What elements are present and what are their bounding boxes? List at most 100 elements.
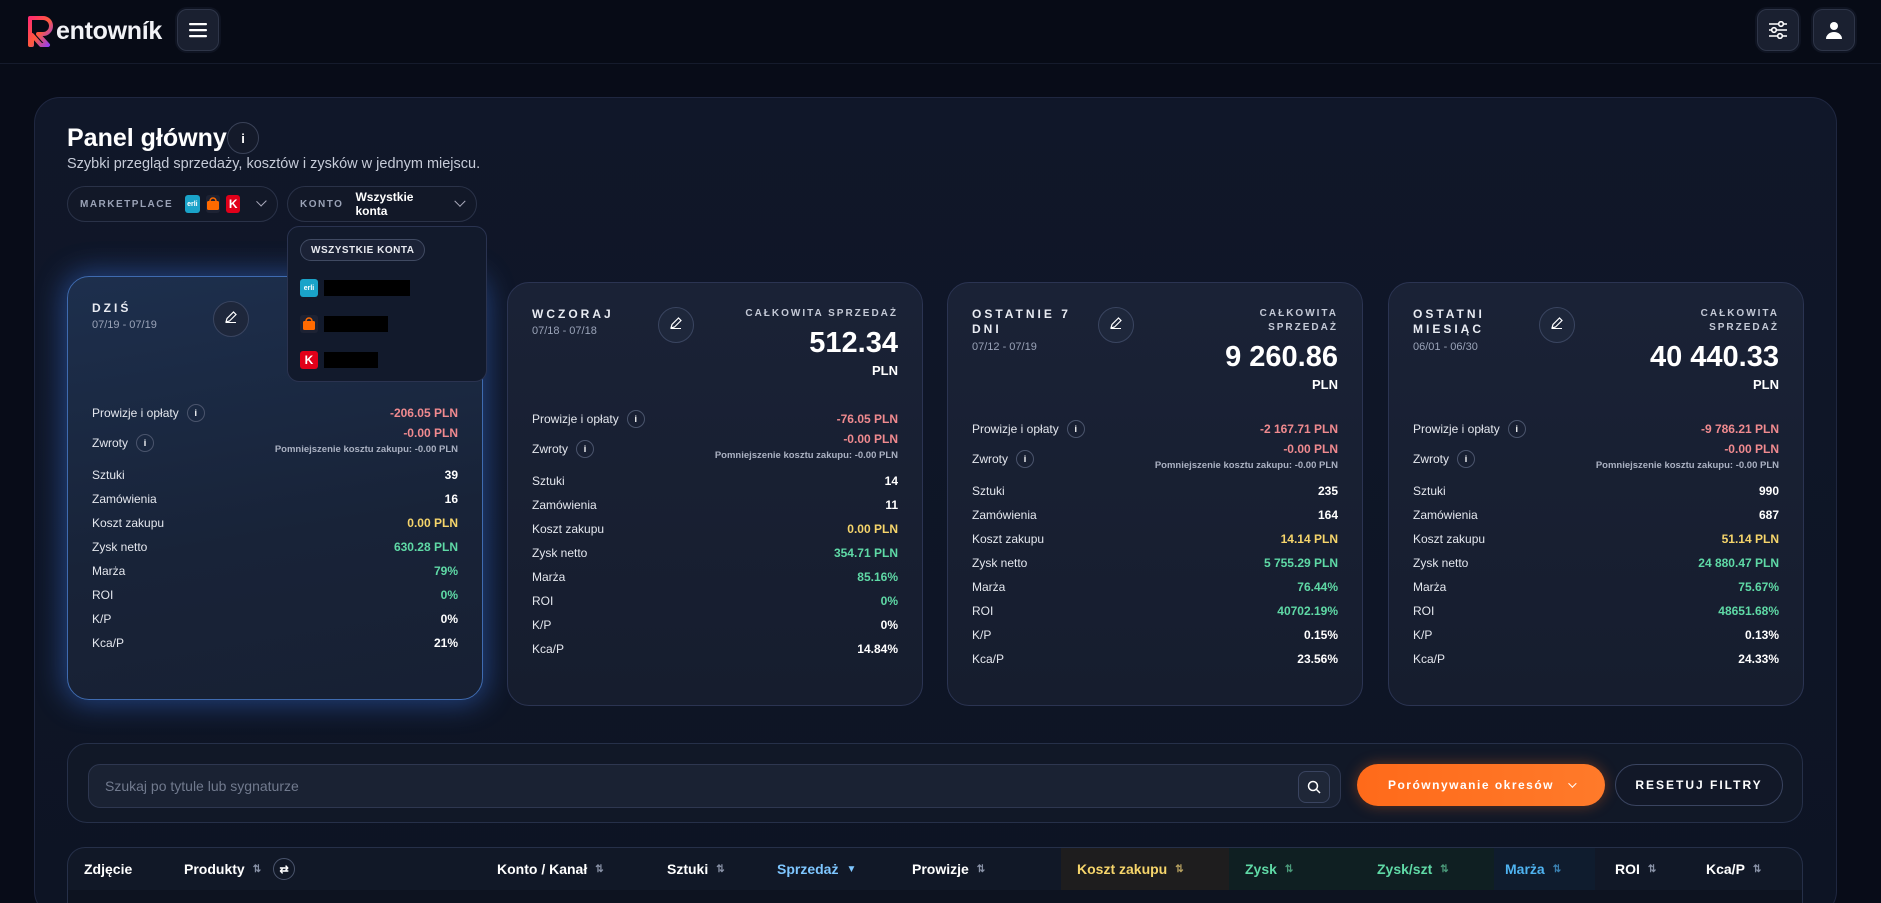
info-icon[interactable]: i — [626, 410, 645, 428]
units-row: Sztuki 235 — [972, 482, 1338, 500]
edit-period-button[interactable] — [1098, 307, 1134, 343]
col-account-channel[interactable]: Konto / Kanał ⇅ — [497, 848, 604, 890]
col-commissions[interactable]: Prowizje ⇅ — [912, 848, 985, 890]
sort-icon: ⇅ — [252, 863, 262, 875]
menu-button[interactable] — [177, 9, 219, 51]
margin-row-label-wrap: Marża — [1413, 580, 1446, 594]
col-photo-label: Zdjęcie — [84, 861, 133, 877]
card-dates: 06/01 - 06/30 — [1413, 341, 1478, 353]
kp-row-label: K/P — [972, 628, 992, 642]
card-period: WCZORAJ — [532, 307, 614, 321]
settings-button[interactable] — [1757, 9, 1799, 51]
returns-note: Pomniejszenie kosztu zakupu: -0.00 PLN — [1595, 460, 1779, 471]
edit-period-button[interactable] — [1539, 307, 1575, 343]
summary-card[interactable]: OSTATNIE 7 DNI 07/12 - 07/19 CAŁKOWITA SPR… — [947, 282, 1363, 706]
orders-row-value: 164 — [1317, 508, 1338, 522]
dropdown-item-kaufland[interactable]: K — [300, 349, 378, 371]
col-products[interactable]: Produkty ⇅ ⇄ — [184, 848, 296, 890]
commissions-row-value: -206.05 PLN — [389, 406, 458, 420]
search-input[interactable] — [105, 765, 1285, 807]
compare-periods-button[interactable]: Porównywanie okresów — [1357, 764, 1605, 806]
profit-row: Zysk netto 354.71 PLN — [532, 544, 898, 562]
margin-row-label: Marża — [972, 580, 1006, 594]
marketplace-filter[interactable]: MARKETPLACE erli K — [67, 186, 278, 222]
kp-row: K/P 0.15% — [972, 626, 1338, 644]
user-button[interactable] — [1813, 9, 1855, 51]
logo[interactable]: entowník — [26, 14, 162, 48]
col-sales[interactable]: Sprzedaż ▼ — [777, 848, 856, 890]
commissions-row: Prowizje i opłaty i -2 167.71 PLN — [972, 420, 1338, 438]
pencil-icon — [669, 316, 683, 335]
orders-row: Zamówienia 16 — [92, 490, 458, 508]
kcap-row-label: Kca/P — [972, 652, 1005, 666]
edit-period-button[interactable] — [658, 307, 694, 343]
swap-icon[interactable]: ⇄ — [273, 858, 296, 880]
info-icon[interactable]: i — [1066, 420, 1085, 438]
commissions-row-label-wrap: Prowizje i opłaty i — [532, 410, 645, 428]
edit-period-button[interactable] — [213, 301, 249, 337]
page-title: Panel główny — [67, 124, 227, 152]
sort-icon: ⇅ — [1175, 863, 1184, 875]
cost-row-label: Koszt zakupu — [92, 516, 165, 530]
account-filter[interactable]: KONTO Wszystkie konta — [287, 186, 477, 222]
roi-row-value: 0% — [880, 594, 898, 608]
kcap-row: Kca/P 24.33% — [1413, 650, 1779, 668]
col-margin[interactable]: Marża ⇅ — [1505, 848, 1561, 890]
dropdown-item-allegro[interactable] — [300, 313, 388, 335]
returns-row-value: -0.00 PLN — [1283, 442, 1338, 456]
col-sales-label: Sprzedaż — [777, 861, 839, 877]
summary-card[interactable]: OSTATNI MIESIĄC 06/01 - 06/30 CAŁKOWITA SP… — [1388, 282, 1804, 706]
orders-row-label: Zamówienia — [532, 498, 597, 512]
total-sales-currency: PLN — [1312, 377, 1338, 392]
kcap-row: Kca/P 21% — [92, 634, 458, 652]
kcap-row-label-wrap: Kca/P — [1413, 652, 1445, 666]
info-icon[interactable]: i — [1016, 450, 1034, 468]
kp-row: K/P 0% — [532, 616, 898, 634]
info-icon[interactable]: i — [186, 404, 205, 422]
sort-icon: ⇅ — [1440, 863, 1449, 875]
returns-note: Pomniejszenie kosztu zakupu: -0.00 PLN — [274, 444, 458, 455]
profit-row-label-wrap: Zysk netto — [532, 546, 587, 560]
summary-card[interactable]: WCZORAJ 07/18 - 07/18 CAŁKOWITA SPRZEDAŻ 51… — [507, 282, 923, 706]
profit-row: Zysk netto 5 755.29 PLN — [972, 554, 1338, 572]
returns-row-label: Zwroty — [532, 442, 568, 456]
cost-row-label-wrap: Koszt zakupu — [92, 516, 164, 530]
orders-row-value: 11 — [885, 498, 898, 512]
returns-row-label: Zwroty — [92, 436, 128, 450]
info-icon[interactable]: i — [1457, 450, 1475, 468]
col-profit-per-unit[interactable]: Zysk/szt ⇅ — [1377, 848, 1449, 890]
info-icon[interactable]: i — [576, 440, 594, 458]
info-icon[interactable]: i — [136, 434, 154, 452]
col-kcap[interactable]: Kca/P ⇅ — [1706, 848, 1761, 890]
page-info-button[interactable]: i — [227, 122, 259, 154]
kp-row-value: 0% — [440, 612, 458, 626]
col-profit[interactable]: Zysk ⇅ — [1245, 848, 1293, 890]
col-units[interactable]: Sztuki ⇅ — [667, 848, 725, 890]
pencil-icon — [1109, 316, 1123, 335]
orders-row-label-wrap: Zamówienia — [972, 508, 1037, 522]
pencil-icon — [224, 310, 238, 329]
sort-icon: ⇅ — [595, 863, 604, 875]
kp-row-label-wrap: K/P — [972, 628, 991, 642]
margin-row: Marża 75.67% — [1413, 578, 1779, 596]
units-row-label-wrap: Sztuki — [532, 474, 565, 488]
profit-row-label-wrap: Zysk netto — [1413, 556, 1468, 570]
col-roi[interactable]: ROI ⇅ — [1615, 848, 1656, 890]
search-button[interactable] — [1298, 771, 1330, 803]
col-cost[interactable]: Koszt zakupu ⇅ — [1077, 848, 1184, 890]
cost-row-label: Koszt zakupu — [532, 522, 605, 536]
logo-mark-icon — [28, 16, 53, 47]
dropdown-all-accounts[interactable]: WSZYSTKIE KONTA — [300, 239, 426, 261]
dropdown-item-erli[interactable]: erli — [300, 277, 410, 299]
roi-row-label: ROI — [92, 588, 114, 602]
commissions-row-label: Prowizje i opłaty — [1413, 422, 1500, 436]
cost-row: Koszt zakupu 0.00 PLN — [92, 514, 458, 532]
info-icon[interactable]: i — [1507, 420, 1526, 438]
commissions-row: Prowizje i opłaty i -76.05 PLN — [532, 410, 898, 428]
returns-row-label: Zwroty — [1413, 452, 1449, 466]
margin-row: Marża 76.44% — [972, 578, 1338, 596]
returns-row-label-wrap: Zwroty i — [532, 440, 594, 458]
top-bar: entowník — [0, 0, 1881, 64]
reset-filters-button[interactable]: RESETUJ FILTRY — [1615, 764, 1783, 806]
kp-row-label-wrap: K/P — [532, 618, 551, 632]
